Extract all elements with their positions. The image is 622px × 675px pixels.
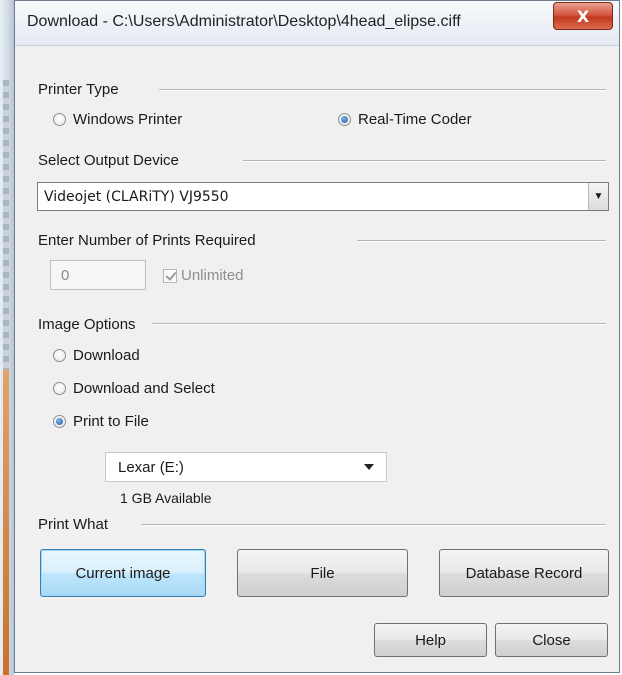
radio-print-to-file[interactable]: Print to File (53, 413, 149, 430)
drive-value: Lexar (E:) (118, 458, 184, 476)
radio-indicator (53, 113, 66, 126)
output-device-label: Select Output Device (38, 152, 179, 169)
group-separator (243, 160, 606, 162)
chevron-down-icon[interactable]: ▼ (588, 183, 608, 210)
window-title: Download - C:\Users\Administrator\Deskto… (27, 13, 461, 30)
group-separator (357, 240, 606, 242)
radio-label: Download (73, 347, 140, 364)
current-image-button[interactable]: Current image (40, 549, 206, 597)
frame-decoration (3, 370, 9, 675)
drive-available-text: 1 GB Available (120, 490, 212, 506)
close-icon: X (576, 6, 590, 26)
radio-real-time-coder[interactable]: Real-Time Coder (338, 111, 472, 128)
prints-required-label: Enter Number of Prints Required (38, 232, 256, 249)
prints-count-value: 0 (61, 266, 70, 284)
unlimited-checkbox[interactable]: Unlimited (163, 267, 244, 284)
group-separator (152, 323, 606, 325)
checkmark-icon (163, 268, 177, 283)
output-device-value: Videojet (CLARiTY) VJ9550 (44, 188, 229, 205)
radio-label: Real-Time Coder (358, 111, 472, 128)
group-separator (159, 89, 606, 91)
radio-windows-printer[interactable]: Windows Printer (53, 111, 182, 128)
drive-select[interactable]: Lexar (E:) (105, 452, 387, 482)
radio-label: Download and Select (73, 380, 215, 397)
prints-count-input[interactable]: 0 (50, 260, 146, 290)
image-options-label: Image Options (38, 316, 136, 333)
group-separator (141, 524, 606, 526)
close-button[interactable]: Close (495, 623, 608, 657)
frame-decoration (3, 80, 9, 370)
window-close-button[interactable]: X (553, 2, 613, 30)
database-record-button[interactable]: Database Record (439, 549, 609, 597)
file-button[interactable]: File (237, 549, 408, 597)
output-device-select[interactable]: Videojet (CLARiTY) VJ9550 ▼ (37, 182, 609, 211)
radio-indicator (53, 382, 66, 395)
chevron-down-icon (364, 464, 374, 470)
radio-label: Windows Printer (73, 111, 183, 128)
radio-indicator-selected (53, 415, 66, 428)
radio-download-and-select[interactable]: Download and Select (53, 380, 215, 397)
radio-indicator-selected (338, 113, 351, 126)
printer-type-label: Printer Type (38, 81, 119, 98)
window-left-frame (0, 0, 14, 675)
radio-indicator (53, 349, 66, 362)
print-what-label: Print What (38, 516, 109, 533)
unlimited-label: Unlimited (181, 267, 244, 284)
help-button[interactable]: Help (374, 623, 487, 657)
radio-label: Print to File (73, 413, 149, 430)
radio-download[interactable]: Download (53, 347, 140, 364)
